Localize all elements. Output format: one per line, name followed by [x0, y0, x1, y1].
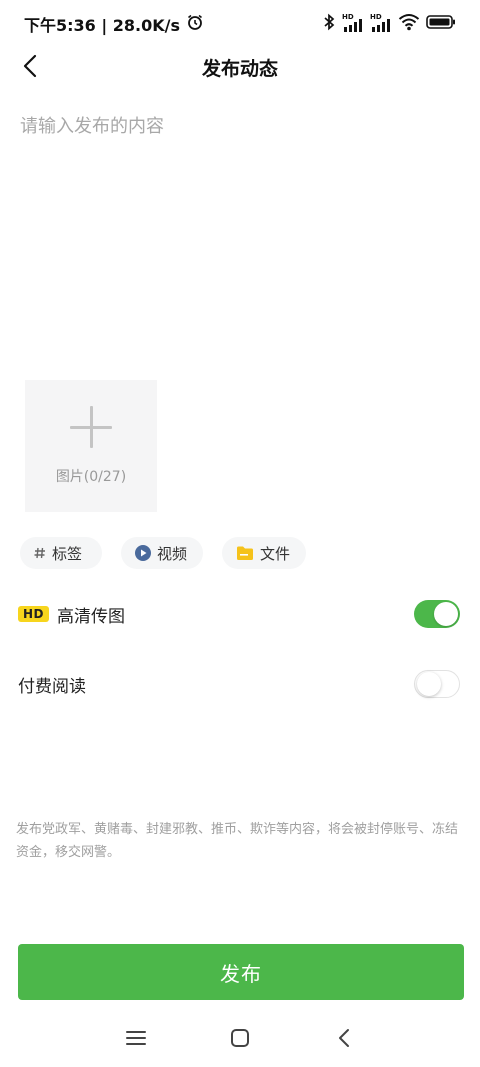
- play-icon: [135, 545, 151, 561]
- battery-icon: [426, 14, 456, 34]
- alarm-icon: [186, 13, 204, 35]
- paid-reading-row: 付费阅读: [18, 666, 460, 702]
- content-policy-warning: 发布党政军、黄赌毒、封建邪教、推币、欺诈等内容，将会被封停账号、冻结资金，移交网…: [16, 822, 459, 860]
- folder-icon: [236, 545, 254, 561]
- video-chip-label: 视频: [157, 544, 188, 563]
- tag-chip[interactable]: 标签: [20, 537, 102, 569]
- video-chip[interactable]: 视频: [121, 537, 203, 569]
- hd-upload-label: 高清传图: [57, 606, 126, 627]
- signal-hd-icon: HD: [342, 13, 364, 33]
- hd-upload-label-group: HD 高清传图: [18, 602, 125, 627]
- system-back-button[interactable]: [328, 1024, 360, 1056]
- hash-icon: [34, 546, 46, 560]
- status-bar: 下午5:36 | 28.0K/s HD HD: [0, 0, 480, 48]
- status-left: 下午5:36 | 28.0K/s: [24, 12, 204, 36]
- image-count-label: 图片(0/27): [55, 469, 127, 485]
- menu-icon: [126, 1030, 146, 1050]
- file-chip[interactable]: 文件: [222, 537, 306, 569]
- paid-reading-toggle[interactable]: [414, 670, 460, 698]
- navigation-bar: 发布动态: [0, 48, 480, 88]
- hd-badge: HD: [18, 606, 50, 622]
- post-content-input[interactable]: [20, 112, 460, 352]
- hd-upload-toggle[interactable]: [414, 600, 460, 628]
- page-title: 发布动态: [201, 58, 278, 80]
- tag-chip-label: 标签: [52, 544, 83, 563]
- add-image-button[interactable]: 图片(0/27): [25, 380, 157, 512]
- publish-button[interactable]: 发布: [18, 944, 464, 1000]
- hd-upload-row: HD 高清传图: [18, 596, 460, 632]
- plus-icon: [70, 406, 112, 448]
- home-icon: [230, 1028, 250, 1052]
- file-chip-label: 文件: [260, 544, 291, 563]
- home-button[interactable]: [224, 1024, 256, 1056]
- paid-reading-label: 付费阅读: [18, 676, 86, 697]
- system-navigation-bar: [0, 1010, 480, 1067]
- toggle-knob: [434, 602, 458, 626]
- status-right: HD HD: [322, 13, 456, 35]
- bluetooth-icon: [322, 13, 336, 35]
- toggle-knob: [417, 672, 441, 696]
- menu-button[interactable]: [120, 1024, 152, 1056]
- back-icon: [337, 1028, 351, 1052]
- wifi-icon: [398, 13, 420, 35]
- signal-hd-icon: HD: [370, 13, 392, 33]
- status-time-speed: 下午5:36 | 28.0K/s: [24, 16, 181, 35]
